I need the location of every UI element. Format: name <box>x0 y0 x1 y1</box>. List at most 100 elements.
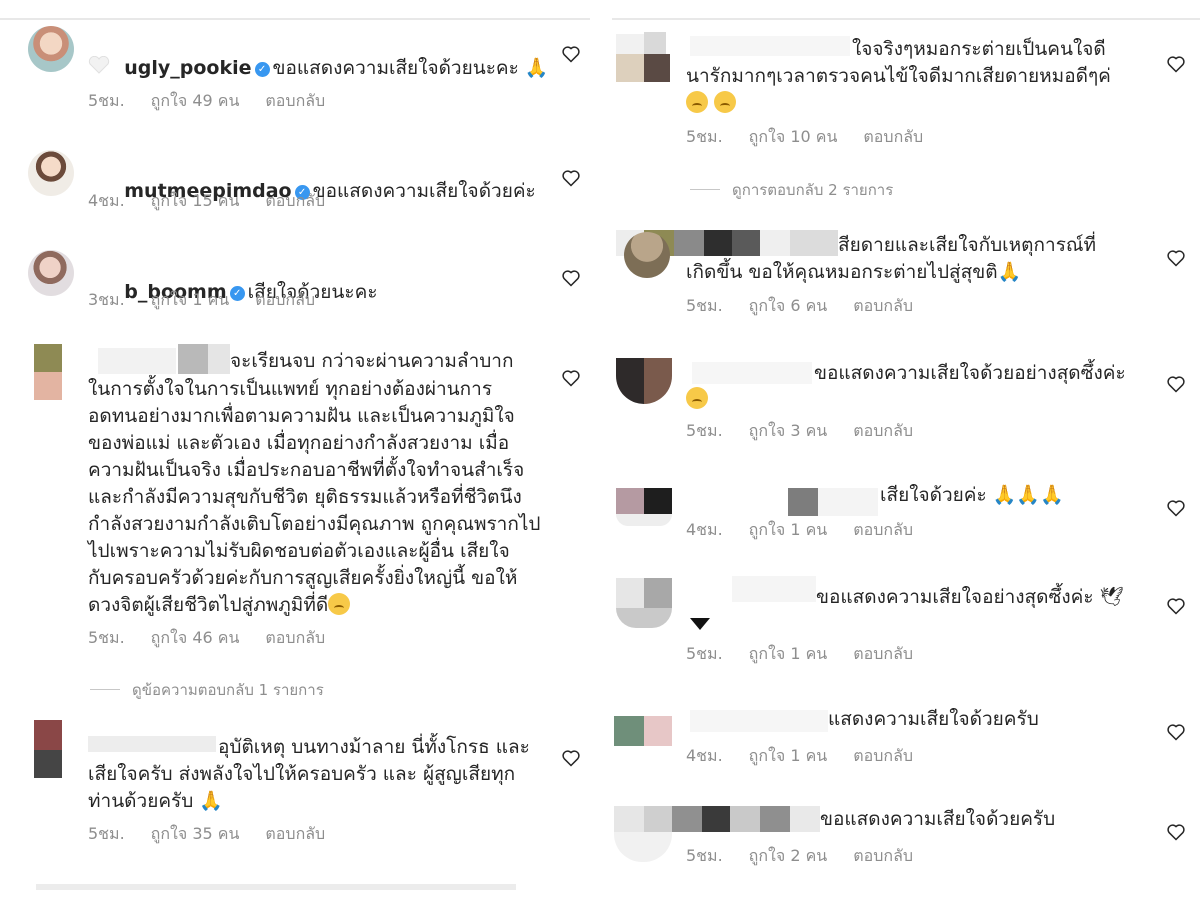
comment-text <box>686 90 737 117</box>
blurred-avatar <box>644 32 666 56</box>
comment-meta: 5ชม. ถูกใจ 3 คน ตอบกลับ <box>686 419 939 444</box>
reply-button[interactable]: ตอบกลับ <box>863 127 923 146</box>
white-heart-icon <box>88 56 110 74</box>
like-count[interactable]: ถูกใจ 10 คน <box>749 127 838 146</box>
reply-button[interactable]: ตอบกลับ <box>853 846 913 865</box>
comment-meta: 5ชม. ถูกใจ 10 คน ตอบกลับ <box>686 125 949 150</box>
like-heart-icon[interactable] <box>1166 722 1186 742</box>
cut-off-next-comment <box>36 884 516 890</box>
comment-text: ของพ่อแม่ และตัวเอง เมื่อทุกอย่างกำลังสว… <box>88 432 510 454</box>
reply-button[interactable]: ตอบกลับ <box>853 421 913 440</box>
separator-line <box>612 18 1200 20</box>
comment-meta: 4ชม. ถูกใจ 15 คน ตอบกลับ <box>88 189 351 214</box>
like-heart-icon[interactable] <box>1166 822 1186 842</box>
blurred-username <box>732 576 816 602</box>
blurred-username <box>690 710 828 732</box>
reply-button[interactable]: ตอบกลับ <box>255 290 315 309</box>
like-count[interactable]: ถูกใจ 3 คน <box>749 421 828 440</box>
comment-text <box>686 386 708 413</box>
like-heart-icon[interactable] <box>1166 498 1186 518</box>
sad-face-emoji-icon <box>686 387 708 409</box>
blurred-avatar <box>34 750 62 778</box>
username[interactable]: ugly_pookie <box>124 57 251 79</box>
like-heart-icon[interactable] <box>1166 248 1186 268</box>
comment-text: ดวงจิตผู้เสียชีวิตไปสู่ภพภูมิที่ดี <box>88 592 351 619</box>
like-heart-icon[interactable] <box>561 44 581 64</box>
like-heart-icon[interactable] <box>561 368 581 388</box>
comment-text: ขอแสดงความเสียใจอย่างสุดซึ้งค่ะ 🕊 <box>816 586 1124 608</box>
like-heart-icon[interactable] <box>561 168 581 188</box>
comment-text: จะเรียนจบ กว่าจะผ่านความลำบาก <box>230 350 514 372</box>
blurred-avatar <box>34 720 62 750</box>
avatar[interactable] <box>28 26 74 72</box>
like-count[interactable]: ถูกใจ 49 คน <box>151 91 240 110</box>
like-count[interactable]: ถูกใจ 15 คน <box>151 191 240 210</box>
blurred-avatar <box>616 608 672 628</box>
comment-text: ขอแสดงความเสียใจด้วยครับ <box>820 808 1056 830</box>
reply-button[interactable]: ตอบกลับ <box>853 520 913 539</box>
reply-button[interactable]: ตอบกลับ <box>265 824 325 843</box>
reply-button[interactable]: ตอบกลับ <box>853 746 913 765</box>
like-count[interactable]: ถูกใจ 1 คน <box>749 520 828 539</box>
like-count[interactable]: ถูกใจ 1 คน <box>151 290 230 309</box>
blurred-username <box>702 806 730 832</box>
like-heart-icon[interactable] <box>561 268 581 288</box>
reply-button[interactable]: ตอบกลับ <box>265 628 325 647</box>
avatar[interactable] <box>616 358 672 404</box>
blurred-avatar <box>616 578 644 608</box>
blurred-username <box>790 230 838 256</box>
blurred-avatar <box>616 54 644 82</box>
blurred-username <box>674 230 704 256</box>
avatar[interactable] <box>624 232 670 278</box>
comment-time: 5ชม. <box>686 846 723 865</box>
blurred-username <box>88 736 216 752</box>
view-replies-button[interactable]: ดูการตอบกลับ 2 รายการ <box>690 178 893 202</box>
comment-time: 5ชม. <box>88 824 125 843</box>
blurred-avatar <box>644 54 670 82</box>
like-count[interactable]: ถูกใจ 2 คน <box>749 846 828 865</box>
reply-button[interactable]: ตอบกลับ <box>265 191 325 210</box>
like-heart-icon[interactable] <box>1166 374 1186 394</box>
comment-time: 5ชม. <box>88 628 125 647</box>
like-heart-icon[interactable] <box>1166 596 1186 616</box>
comment-time: 5ชม. <box>686 644 723 663</box>
blurred-username <box>644 806 672 832</box>
like-count[interactable]: ถูกใจ 46 คน <box>151 628 240 647</box>
sad-face-emoji-icon <box>686 91 708 113</box>
like-heart-icon[interactable] <box>1166 54 1186 74</box>
comment-text: เสียใจด้วยค่ะ 🙏🙏🙏 <box>880 484 1064 506</box>
reply-button[interactable]: ตอบกลับ <box>853 644 913 663</box>
avatar[interactable] <box>28 150 74 196</box>
blurred-avatar <box>644 716 672 746</box>
avatar[interactable] <box>28 250 74 296</box>
comment-time: 4ชม. <box>686 520 723 539</box>
comment-text: ท่านด้วยครับ 🙏 <box>88 790 223 812</box>
blurred-username <box>98 348 176 374</box>
comment-time: 5ชม. <box>686 127 723 146</box>
reply-button[interactable]: ตอบกลับ <box>265 91 325 110</box>
comment-item: ขอแสดงความเสียใจด้วยอย่างสุดซึ้งค่ะ 5ชม.… <box>602 356 1200 446</box>
comment-meta: 5ชม. ถูกใจ 1 คน ตอบกลับ <box>686 642 939 667</box>
blurred-username <box>704 230 732 256</box>
comment-meta: 5ชม. ถูกใจ 35 คน ตอบกลับ <box>88 822 351 847</box>
like-count[interactable]: ถูกใจ 1 คน <box>749 644 828 663</box>
like-count[interactable]: ถูกใจ 35 คน <box>151 824 240 843</box>
view-replies-button[interactable]: ดูข้อความตอบกลับ 1 รายการ <box>90 678 324 702</box>
comment-item: mutmeepimdao ✓ ขอแสดงความเสียใจด้วยค่ะ 4ชม… <box>0 140 598 220</box>
comment-meta: 5ชม. ถูกใจ 49 คน ตอบกลับ <box>88 89 351 114</box>
blurred-username <box>208 344 230 374</box>
comment-meta: 5ชม. ถูกใจ 6 คน ตอบกลับ <box>686 294 939 319</box>
comment-text: อดทนอย่างมากเพื่อตามความฝัน และเป็นความภ… <box>88 405 515 427</box>
blurred-username <box>790 806 820 832</box>
comment-meta: 4ชม. ถูกใจ 1 คน ตอบกลับ <box>686 518 939 543</box>
like-count[interactable]: ถูกใจ 1 คน <box>749 746 828 765</box>
like-heart-icon[interactable] <box>561 748 581 768</box>
comment-text: แสดงความเสียใจด้วยครับ <box>828 708 1039 730</box>
comment-item: เสียใจด้วยค่ะ 🙏🙏🙏 4ชม. ถูกใจ 1 คน ตอบกลับ <box>602 478 1200 558</box>
sad-face-emoji-icon <box>714 91 737 113</box>
like-count[interactable]: ถูกใจ 6 คน <box>749 296 828 315</box>
reply-button[interactable]: ตอบกลับ <box>853 296 913 315</box>
comment-time: 4ชม. <box>686 746 723 765</box>
blurred-username <box>178 344 208 374</box>
blurred-username <box>672 806 702 832</box>
